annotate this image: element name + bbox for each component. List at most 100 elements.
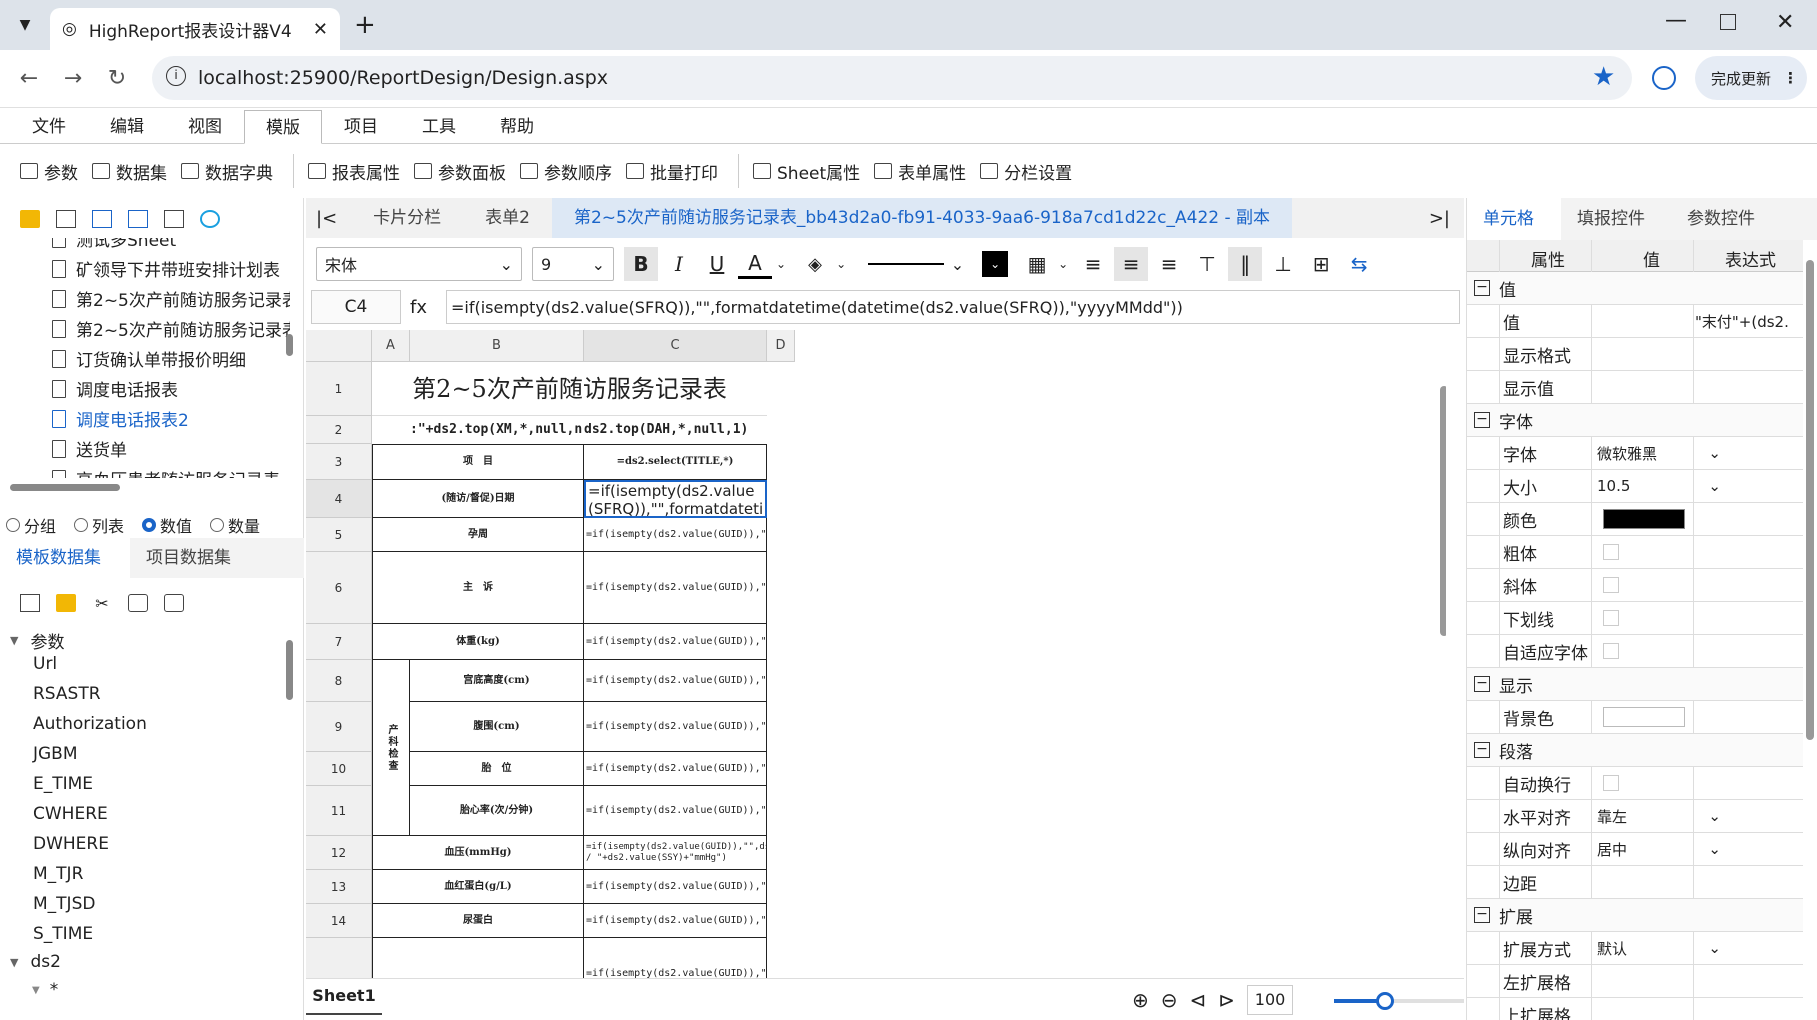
zoom-slider-handle[interactable] [1376, 992, 1394, 1010]
underline-checkbox[interactable] [1603, 610, 1619, 626]
last-page-icon[interactable]: ⊳ [1218, 988, 1235, 1012]
spreadsheet-grid[interactable]: A B C D 1 2 3 4 5 6 7 8 9 10 11 12 13 14… [306, 330, 1446, 978]
param-item[interactable]: CWHERE [33, 804, 108, 824]
expand-dropdown[interactable]: 默认 ⌄ [1597, 935, 1727, 961]
forward-icon[interactable]: → [58, 64, 88, 94]
cut-icon[interactable]: ✂ [92, 594, 112, 613]
valign-middle-icon[interactable]: ‖ [1228, 247, 1263, 281]
download-icon[interactable] [128, 210, 148, 228]
fill-color-icon[interactable]: ◈ [798, 247, 832, 281]
row-header[interactable]: 1 [306, 362, 372, 416]
refresh-icon[interactable] [200, 210, 220, 228]
url-input[interactable]: i localhost:25900/ReportDesign/Design.as… [152, 56, 1632, 100]
tree-vscrollbar[interactable] [284, 242, 294, 472]
underline-button[interactable]: U [700, 247, 734, 281]
column-header[interactable]: A [372, 330, 410, 362]
tree-item[interactable]: 第2~5次产前随访服务记录表 [52, 286, 290, 311]
cell-c3[interactable]: =ds2.select(TITLE,*) [584, 444, 767, 480]
prop-autofont[interactable]: 自适应字体 [1467, 635, 1803, 668]
folder-icon[interactable] [20, 210, 40, 228]
tree-item[interactable]: 送货单 [52, 436, 127, 461]
folder-icon[interactable] [56, 594, 76, 612]
column-header[interactable]: C [584, 330, 767, 362]
param-item[interactable]: Authorization [33, 714, 147, 734]
cell-b6[interactable]: 主 诉 [372, 552, 584, 624]
row-header[interactable]: 13 [306, 870, 372, 904]
ds2-node[interactable]: ▼ ds2 [10, 952, 61, 972]
valign-dropdown[interactable]: 居中 ⌄ [1597, 836, 1727, 862]
valign-top-icon[interactable]: ⊤ [1190, 247, 1224, 281]
reload-icon[interactable]: ↻ [102, 64, 132, 94]
wrap-text-icon[interactable]: ⇆ [1342, 247, 1376, 281]
property-vscrollbar[interactable] [1805, 244, 1815, 1014]
group-value[interactable]: − 值 [1467, 272, 1803, 305]
chevron-down-icon[interactable]: ⌄ [1058, 257, 1068, 271]
param-vscrollbar[interactable] [284, 626, 294, 1006]
cell-c8[interactable]: =if(isempty(ds2.value(GUID)),"",ds2.valu… [584, 660, 767, 702]
radio-count[interactable]: 数量 [210, 513, 260, 537]
prop-left-expand[interactable]: 左扩展格 [1467, 965, 1803, 998]
sheet-props-button[interactable]: Sheet属性 [753, 159, 860, 184]
paste-icon[interactable] [164, 594, 184, 612]
trash-icon[interactable] [164, 210, 184, 228]
radio-list[interactable]: 列表 [74, 513, 124, 537]
param-panel-button[interactable]: 参数面板 [414, 159, 506, 184]
collapse-left-icon[interactable]: |< [306, 208, 351, 229]
param-item[interactable]: E_TIME [33, 774, 93, 794]
column-header[interactable]: B [410, 330, 584, 362]
prop-up-expand[interactable]: 上扩展格 [1467, 998, 1803, 1020]
font-color-swatch[interactable] [1603, 509, 1685, 529]
prop-wrap[interactable]: 自动换行 [1467, 767, 1803, 800]
halign-dropdown[interactable]: 靠左 ⌄ [1597, 803, 1727, 829]
cell-c13[interactable]: =if(isempty(ds2.value(GUID)),"",ds2.valu… [584, 870, 767, 904]
tree-item[interactable]: 高血压患者随访服务记录表 [52, 466, 280, 478]
wrap-checkbox[interactable] [1603, 775, 1619, 791]
prop-expr[interactable]: "末付"+(ds2. [1695, 311, 1789, 332]
row-header[interactable]: 8 [306, 660, 372, 702]
cell-b2[interactable]: :"+ds2.top(XM,*,null,n [410, 416, 584, 444]
menu-project[interactable]: 项目 [322, 110, 400, 144]
window-close-icon[interactable]: ✕ [1776, 10, 1794, 35]
row-header[interactable]: 12 [306, 836, 372, 870]
align-left-icon[interactable]: ≡ [1076, 247, 1110, 281]
group-display[interactable]: − 显示 [1467, 668, 1803, 701]
tree-item-selected[interactable]: 调度电话报表2 [52, 406, 189, 431]
tab-project-dataset[interactable]: 项目数据集 [130, 538, 231, 578]
row-header[interactable]: 3 [306, 444, 372, 480]
tab-list-icon[interactable]: ▼ [12, 12, 38, 38]
menu-help[interactable]: 帮助 [478, 110, 556, 144]
formula-input[interactable]: =if(isempty(ds2.value(SFRQ)),"",formatda… [446, 290, 1460, 324]
zoom-out-icon[interactable]: ⊖ [1161, 988, 1178, 1012]
prop-bold[interactable]: 粗体 [1467, 536, 1803, 569]
prop-font[interactable]: 字体 微软雅黑 ⌄ [1467, 437, 1803, 470]
collapse-icon[interactable]: ▼ [10, 956, 18, 969]
menu-tools[interactable]: 工具 [400, 110, 478, 144]
cell-b15[interactable] [372, 938, 584, 978]
merge-cells-icon[interactable]: ⊞ [1304, 247, 1338, 281]
cell-b10[interactable]: 胎 位 [410, 752, 584, 786]
tab-fill-control[interactable]: 填报控件 [1561, 198, 1671, 240]
prop-valign[interactable]: 纵向对齐 居中 ⌄ [1467, 833, 1803, 866]
param-item[interactable]: M_TJR [33, 864, 83, 884]
cell-b11[interactable]: 胎心率(次/分钟) [410, 786, 584, 836]
tree-item[interactable]: 订货确认单带报价明细 [52, 346, 246, 371]
collapse-icon[interactable]: ▼ [10, 634, 18, 647]
cell-b4[interactable]: (随访/督促)日期 [372, 480, 584, 518]
cell-reference[interactable]: C4 [311, 290, 401, 324]
menu-template[interactable]: 模版 [244, 110, 322, 144]
param-item[interactable]: S_TIME [33, 924, 93, 944]
param-item[interactable]: JGBM [33, 744, 78, 764]
more-icon[interactable]: ⋮ [1783, 69, 1798, 87]
row-header[interactable]: 14 [306, 904, 372, 938]
size-select[interactable]: 9 ⌄ [532, 247, 614, 281]
site-info-icon[interactable]: i [166, 66, 186, 86]
copy-icon[interactable] [128, 594, 148, 612]
group-expand[interactable]: − 扩展 [1467, 899, 1803, 932]
prop-size[interactable]: 大小 10.5 ⌄ [1467, 470, 1803, 503]
report-title-cell[interactable]: 第2~5次产前随访服务记录表 [372, 362, 767, 416]
row-header[interactable]: 2 [306, 416, 372, 444]
maximize-icon[interactable] [1720, 14, 1736, 30]
collapse-icon[interactable]: ▼ [32, 985, 40, 996]
param-order-button[interactable]: 参数顺序 [520, 159, 612, 184]
menu-file[interactable]: 文件 [10, 110, 88, 144]
